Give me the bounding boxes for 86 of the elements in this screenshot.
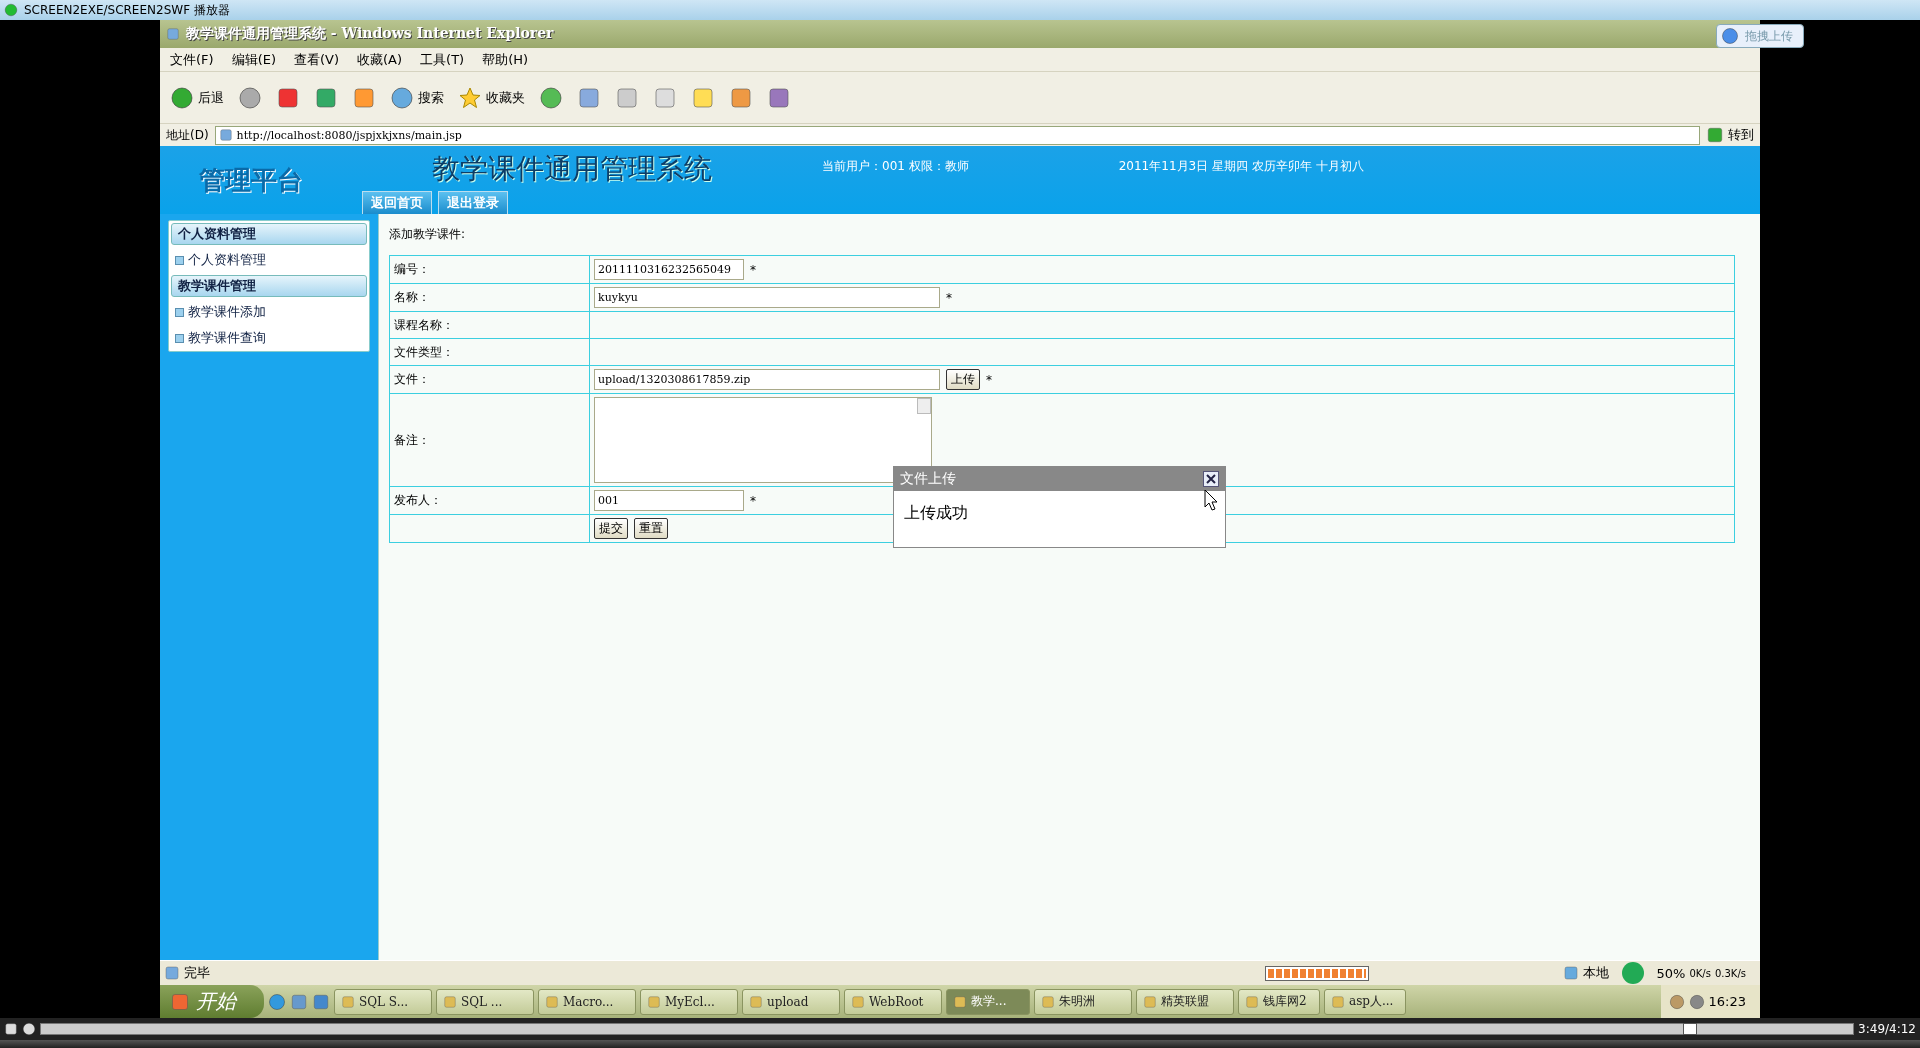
- app-icon: [1041, 994, 1055, 1009]
- taskbar-task[interactable]: 教学...: [946, 988, 1030, 1015]
- site-logo: 管理平台: [198, 163, 304, 197]
- sidebar-group-header[interactable]: 教学课件管理: [171, 275, 367, 297]
- window-title: 教学课件通用管理系统 - Windows Internet Explorer: [186, 25, 554, 43]
- player-title: SCREEN2EXE/SCREEN2SWF 播放器: [24, 1, 230, 19]
- reset-button[interactable]: 重置: [634, 518, 668, 539]
- taskbar-task[interactable]: 钱库网2: [1238, 988, 1320, 1015]
- toolbar-button[interactable]: 搜索: [388, 83, 446, 112]
- url-text: http://localhost:8080/jspjxkjxns/main.jsp: [236, 128, 462, 142]
- mouse-cursor-icon: [1204, 489, 1218, 511]
- sidebar-group-header[interactable]: 个人资料管理: [171, 223, 367, 245]
- address-label: 地址(D): [166, 126, 209, 144]
- badge-label: 拖拽上传: [1745, 27, 1793, 45]
- sidebar-item[interactable]: 个人资料管理: [171, 249, 367, 271]
- taskbar-task[interactable]: asp人...: [1324, 988, 1406, 1015]
- system-title: 教学课件通用管理系统: [431, 151, 713, 187]
- menu-item[interactable]: 收藏(A): [357, 50, 403, 69]
- submit-button[interactable]: 提交: [594, 518, 628, 539]
- app-icon: [1331, 994, 1345, 1009]
- seek-track[interactable]: [40, 1023, 1855, 1035]
- menu-item[interactable]: 文件(F): [170, 50, 214, 69]
- file-path-field[interactable]: upload/1320308617859.zip: [594, 369, 940, 390]
- text-field[interactable]: kuykyu: [594, 287, 940, 308]
- taskbar-task[interactable]: WebRoot: [844, 988, 942, 1015]
- tray-icon: [1688, 993, 1705, 1010]
- taskbar-task[interactable]: MyEcl...: [640, 988, 738, 1015]
- required-mark: *: [750, 262, 756, 277]
- status-text: 完毕: [184, 964, 210, 982]
- field-label: 编号：: [394, 262, 430, 276]
- star-icon: [458, 85, 482, 110]
- field-label: 备注：: [394, 432, 430, 447]
- taskbar-task[interactable]: SQL ...: [436, 988, 534, 1015]
- user-info: 当前用户：001 权限：教师: [821, 158, 969, 175]
- taskbar-task[interactable]: SQL S...: [334, 988, 432, 1015]
- app-icon: [443, 994, 457, 1009]
- sidebar-item[interactable]: 教学课件查询: [171, 327, 367, 349]
- app-icon: [953, 994, 967, 1009]
- clock-text: 16:23: [1708, 994, 1746, 1009]
- download-speed: 0.3K/s: [1714, 967, 1746, 979]
- upload-button[interactable]: 上传: [946, 369, 980, 390]
- field-label: 发布人：: [394, 493, 442, 507]
- field-label: 文件：: [394, 372, 430, 386]
- text-field[interactable]: 001: [594, 490, 744, 511]
- app-icon: [545, 994, 559, 1009]
- playback-time: 3:49/4:12: [1858, 1022, 1916, 1036]
- scroll-up-icon: [917, 398, 931, 414]
- taskbar-task[interactable]: 精英联盟: [1136, 988, 1234, 1015]
- app-icon: [647, 994, 661, 1009]
- go-button[interactable]: 转到: [1706, 126, 1754, 144]
- toolbar-button[interactable]: 后退: [168, 83, 226, 112]
- app-icon: [312, 992, 330, 1011]
- app-icon: [1245, 994, 1259, 1009]
- dialog-message: 上传成功: [904, 503, 968, 524]
- date-text: 2011年11月3日 星期四 农历辛卯年 十月初八: [1117, 158, 1364, 175]
- app-icon: [290, 992, 308, 1011]
- meter-text: 50%: [1656, 965, 1686, 981]
- app-icon: [851, 994, 865, 1009]
- close-icon[interactable]: [1203, 471, 1219, 487]
- start-button[interactable]: 开始: [160, 985, 264, 1018]
- field-label: 文件类型：: [394, 344, 454, 359]
- field-label: 课程名称：: [394, 317, 454, 332]
- toolbar-button[interactable]: 收藏夹: [456, 83, 527, 112]
- app-icon: [1143, 994, 1157, 1009]
- form-heading: 添加教学课件:: [389, 226, 467, 243]
- taskbar-task[interactable]: Macro...: [538, 988, 636, 1015]
- taskbar-task[interactable]: 朱明洲: [1034, 988, 1132, 1015]
- seek-thumb[interactable]: [1682, 1023, 1697, 1035]
- menu-item[interactable]: 查看(V): [294, 50, 340, 69]
- menu-item[interactable]: 工具(T): [420, 50, 465, 69]
- upload-speed: 0K/s: [1689, 967, 1711, 979]
- address-field[interactable]: http://localhost:8080/jspjxkjxns/main.jsp: [214, 125, 1700, 145]
- required-mark: *: [750, 493, 756, 508]
- app-icon: [341, 994, 355, 1009]
- menu-item[interactable]: 帮助(H): [482, 50, 529, 69]
- sidebar-item[interactable]: 教学课件添加: [171, 301, 367, 323]
- tray-icon: [1668, 993, 1685, 1010]
- taskbar-task[interactable]: upload: [742, 988, 840, 1015]
- zone-text: 本地: [1582, 964, 1609, 982]
- dialog-title: 文件上传: [900, 470, 956, 488]
- required-mark: *: [986, 372, 992, 387]
- field-label: 名称：: [394, 290, 430, 304]
- required-mark: *: [946, 290, 952, 305]
- menu-item[interactable]: 编辑(E): [231, 50, 276, 69]
- text-field[interactable]: 2011110316232565049: [594, 259, 744, 280]
- app-icon: [749, 994, 763, 1009]
